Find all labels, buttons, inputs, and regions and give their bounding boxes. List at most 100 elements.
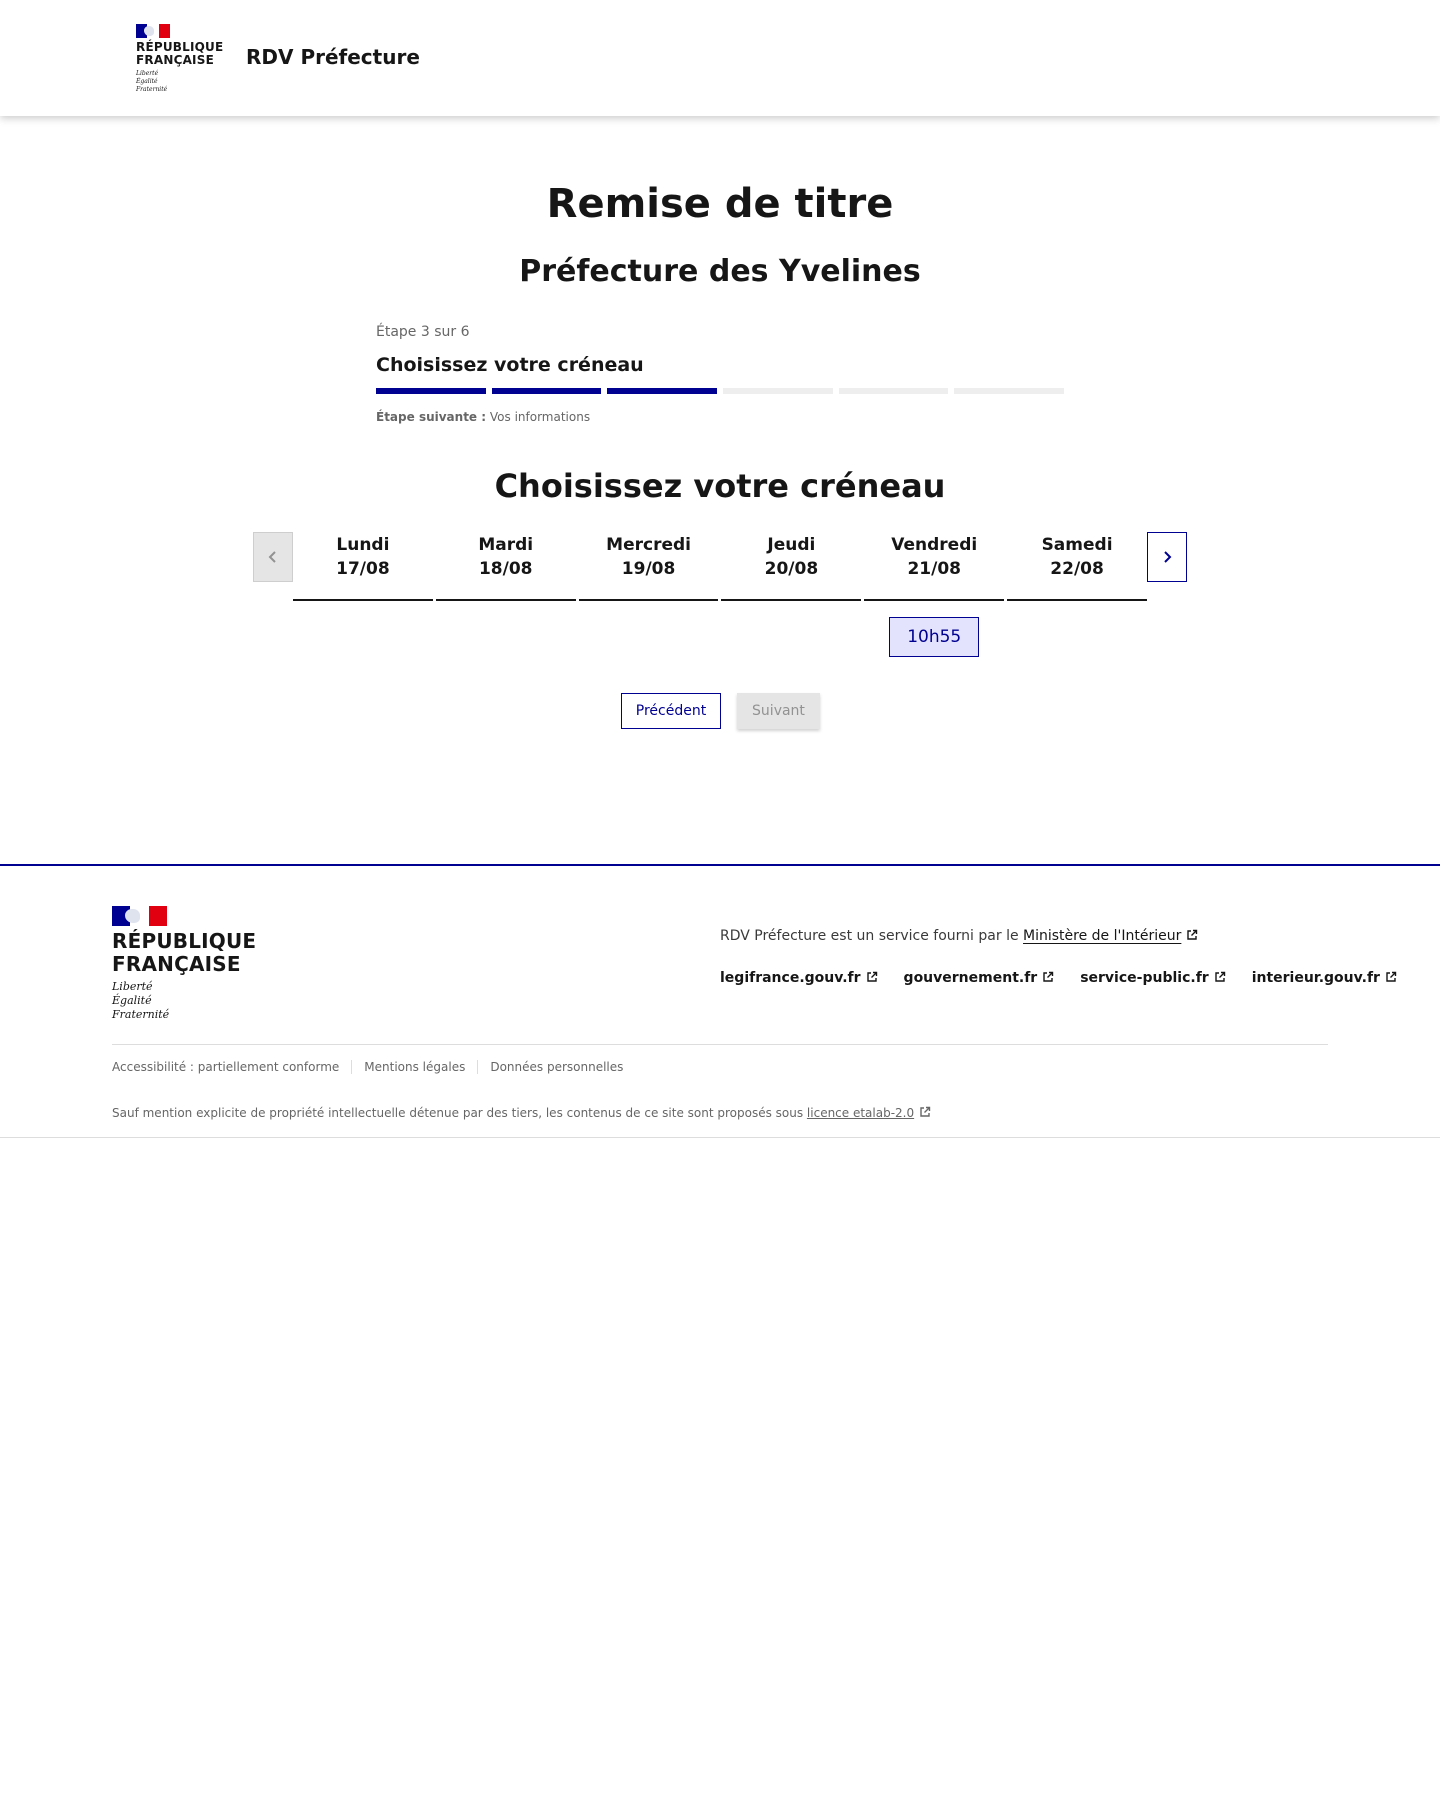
footer-logo-line-2: FRANÇAISE — [112, 952, 241, 976]
footer-bottom-link[interactable]: Accessibilité : partiellement conforme — [112, 1060, 351, 1074]
calendar-prev-button[interactable] — [253, 532, 293, 582]
day-date: 17/08 — [336, 559, 390, 579]
step-progress-segment — [376, 388, 486, 394]
footer-link[interactable]: interieur.gouv.fr — [1252, 970, 1397, 986]
step-progress-bar — [376, 388, 1065, 394]
day-name: Lundi — [336, 535, 390, 555]
section-title: Choisissez votre créneau — [494, 467, 946, 505]
external-link-icon — [1043, 971, 1054, 982]
footer-motto-fraternite: Fraternité — [112, 1008, 170, 1021]
step-next-value: Vos informations — [489, 410, 591, 424]
step-progress-segment — [838, 388, 949, 394]
marianne-flag-icon — [136, 24, 170, 38]
motto-fraternite: Fraternité — [136, 86, 168, 93]
footer-description-text: RDV Préfecture est un service fourni par… — [720, 928, 1024, 944]
step-progress-segment — [954, 388, 1065, 394]
step-next: Étape suivante : Vos informations — [376, 408, 1064, 426]
footer-separator — [112, 1044, 1328, 1045]
step-progress-segment — [607, 388, 718, 394]
chevron-right-icon — [1164, 551, 1172, 563]
page-subtitle: Préfecture des Yvelines — [519, 254, 921, 289]
footer-logo-line-1: RÉPUBLIQUE — [112, 929, 257, 953]
next-button[interactable]: Suivant — [737, 693, 820, 729]
service-name-link[interactable]: RDV Préfecture — [246, 45, 420, 69]
external-link-icon — [920, 1106, 931, 1117]
calendar-day-header: Lundi 17/08 — [293, 532, 433, 601]
calendar-day-header: Mercredi 19/08 — [578, 532, 719, 601]
logo-line-2: FRANÇAISE — [136, 53, 214, 67]
footer-link[interactable]: service-public.fr — [1080, 970, 1225, 986]
calendar-day-header: Samedi 22/08 — [1007, 532, 1147, 601]
calendar-day-header: Jeudi 20/08 — [721, 532, 862, 601]
footer-external-links: legifrance.gouv.fr gouvernement.fr service… — [720, 970, 1397, 986]
calendar-day: Lundi 17/08 — [293, 532, 433, 657]
external-link-icon — [1386, 971, 1397, 982]
external-link-icon — [866, 971, 877, 982]
time-slot-button[interactable]: 10h55 — [889, 617, 980, 657]
site-footer: RÉPUBLIQUE FRANÇAISE Liberté Égalité Fra… — [0, 864, 1440, 1138]
step-title: Choisissez votre créneau — [376, 354, 644, 376]
day-slots — [293, 601, 433, 617]
previous-button[interactable]: Précédent — [621, 693, 721, 729]
ministere-link[interactable]: Ministère de l'Intérieur — [1023, 928, 1198, 944]
footer-bottom-link[interactable]: Données personnelles — [477, 1060, 635, 1074]
day-name: Samedi — [1041, 535, 1113, 555]
footer-link-label: interieur.gouv.fr — [1251, 970, 1380, 986]
day-date: 22/08 — [1050, 559, 1104, 579]
footer-link[interactable]: legifrance.gouv.fr — [720, 970, 878, 986]
calendar-day: Mercredi 19/08 — [578, 532, 719, 657]
marianne-flag-icon — [112, 906, 167, 926]
day-date: 19/08 — [621, 559, 676, 579]
day-date: 20/08 — [764, 559, 819, 579]
footer-bottom-border — [0, 1137, 1440, 1138]
license-link[interactable]: licence etalab-2.0 — [807, 1106, 931, 1120]
footer-link-label: service-public.fr — [1080, 970, 1209, 986]
footer-motto-egalite: Égalité — [112, 994, 152, 1007]
step-progress-segment — [723, 388, 833, 394]
day-slots — [721, 601, 861, 617]
day-name: Vendredi — [891, 535, 978, 555]
day-slots — [579, 601, 719, 617]
calendar-day: Samedi 22/08 — [1007, 532, 1147, 657]
ministere-link-label: Ministère de l'Intérieur — [1023, 928, 1182, 944]
calendar-day-header: Vendredi 21/08 — [864, 532, 1005, 601]
footer-link-label: gouvernement.fr — [903, 970, 1038, 986]
chevron-left-icon — [268, 551, 276, 563]
motto-egalite: Égalité — [136, 78, 158, 85]
footer-motto-liberte: Liberté — [112, 980, 153, 993]
step-state: Étape 3 sur 6 — [376, 324, 470, 340]
footer-link[interactable]: gouvernement.fr — [904, 970, 1055, 986]
calendar-days: Lundi 17/08 Mardi 18/08 Mercredi 19/08 Jeudi 20… — [293, 532, 1147, 657]
day-date: 21/08 — [907, 559, 961, 579]
republique-francaise-logo[interactable]: RÉPUBLIQUE FRANÇAISE Liberté Égalité Fra… — [136, 24, 223, 94]
external-link-icon — [1214, 971, 1225, 982]
day-name: Mardi — [478, 535, 534, 555]
calendar-day-header: Mardi 18/08 — [435, 532, 576, 601]
footer-bottom-link[interactable]: Mentions légales — [351, 1060, 477, 1074]
day-date: 18/08 — [478, 559, 533, 579]
footer-description: RDV Préfecture est un service fourni par… — [720, 928, 1198, 944]
day-name: Mercredi — [606, 535, 691, 555]
day-slots — [436, 601, 576, 617]
slot-calendar: Lundi 17/08 Mardi 18/08 Mercredi 19/08 Jeudi 20… — [253, 532, 1188, 672]
license-text: Sauf mention explicite de propriété inte… — [112, 1106, 807, 1120]
motto-liberte: Liberté — [136, 70, 159, 77]
day-name: Jeudi — [767, 535, 816, 555]
calendar-day: Vendredi 21/08 10h55 — [864, 532, 1005, 657]
step-progress-segment — [491, 388, 602, 394]
step-next-label: Étape suivante : — [376, 410, 487, 424]
license-link-label: licence etalab-2.0 — [806, 1106, 915, 1120]
stepper: Étape 3 sur 6 Choisissez votre créneau É… — [376, 322, 1065, 426]
calendar-day: Mardi 18/08 — [435, 532, 576, 657]
footer-bottom-links: Accessibilité : partiellement conforme Me… — [112, 1060, 635, 1074]
page-title: Remise de titre — [546, 181, 894, 227]
footer-license: Sauf mention explicite de propriété inte… — [112, 1106, 931, 1120]
day-slots — [1007, 601, 1147, 617]
day-slots: 10h55 — [864, 601, 1004, 657]
form-actions: Précédent Suivant — [621, 693, 820, 729]
calendar-day: Jeudi 20/08 — [721, 532, 862, 657]
external-link-icon — [1187, 929, 1198, 940]
calendar-next-button[interactable] — [1147, 532, 1187, 582]
footer-republique-francaise-logo[interactable]: RÉPUBLIQUE FRANÇAISE Liberté Égalité Fra… — [112, 906, 256, 1022]
footer-link-label: legifrance.gouv.fr — [720, 970, 861, 986]
